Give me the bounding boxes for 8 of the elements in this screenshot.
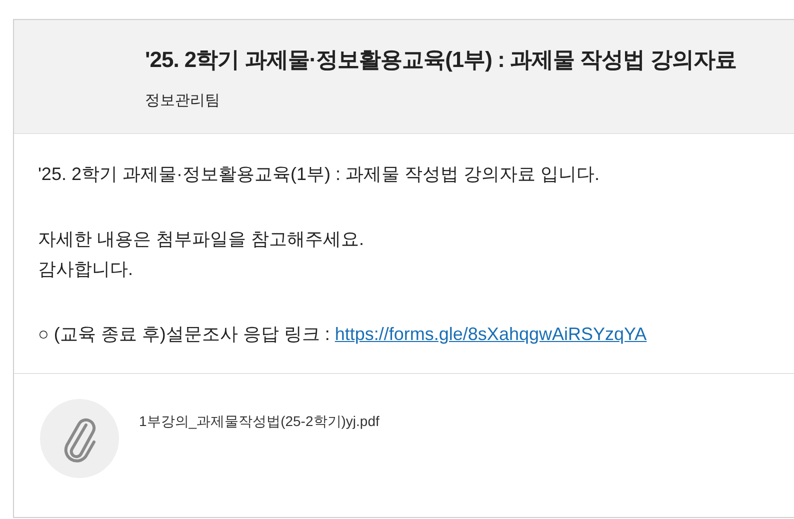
body-text: 감사합니다.: [38, 258, 134, 281]
post-title: '25. 2학기 과제물·정보활용교육(1부) : 과제물 작성법 강의자료: [145, 46, 738, 74]
attachment-file-link[interactable]: 1부강의_과제물작성법(25-2학기)yj.pdf: [139, 411, 380, 432]
survey-link[interactable]: https://forms.gle/8sXahqgwAiRSYzqYA: [334, 319, 647, 349]
body-text: '25. 2학기 과제물·정보활용교육(1부) : 과제물 작성법 강의자료 입니다.: [38, 163, 600, 186]
survey-label: ○ (교육 종료 후)설문조사 응답 링크 :: [38, 323, 331, 346]
body-text: 자세한 내용은 첨부파일을 참고해주세요.: [38, 228, 366, 251]
post-author: 정보관리팀: [145, 91, 221, 111]
